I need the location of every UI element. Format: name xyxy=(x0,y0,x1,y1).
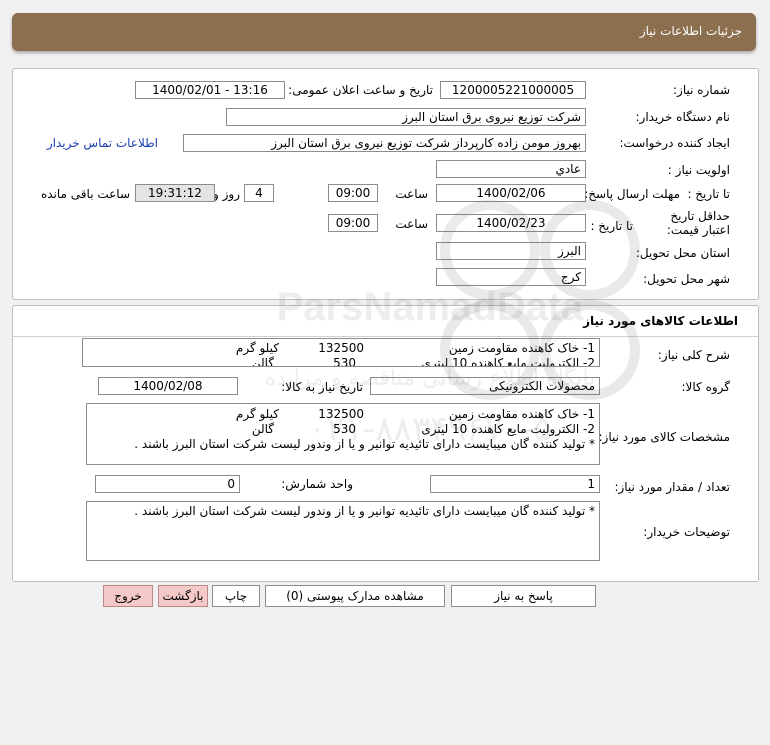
goods-group-field: محصولات الکترونیکی xyxy=(370,377,600,395)
page-header: جزئیات اطلاعات نیاز xyxy=(12,13,756,51)
deadline-time-field: 09:00 xyxy=(328,184,378,202)
attachments-button[interactable]: مشاهده مدارک پیوستی (0) xyxy=(265,585,445,607)
count-label: تعداد / مقدار مورد نیاز: xyxy=(614,480,730,494)
time-remaining-label: ساعت باقی مانده xyxy=(40,187,130,201)
specs-line-unit: گالن xyxy=(251,422,274,436)
buyer-org-label: نام دستگاه خریدار: xyxy=(635,110,731,124)
goods-section-title: اطلاعات کالاهای مورد نیاز xyxy=(583,314,738,328)
day-and-label: روز و xyxy=(213,187,240,201)
creator-label: ایجاد کننده درخواست: xyxy=(619,136,730,150)
announce-label: تاریخ و ساعت اعلان عمومی: xyxy=(288,83,433,97)
buyer-contact-link[interactable]: اطلاعات تماس خریدار xyxy=(47,136,158,150)
print-button[interactable]: چاپ xyxy=(212,585,260,607)
summary-line-qty: 530 xyxy=(333,356,356,367)
specs-label: مشخصات کالای مورد نیاز: xyxy=(598,430,730,444)
city-label: شهر محل تحویل: xyxy=(643,272,730,286)
buyer-notes-label: توضیحات خریدار: xyxy=(643,525,730,539)
summary-line-name: 2- الکترولیت مایع کاهنده 10 لیتری xyxy=(421,356,595,367)
summary-line-unit: کیلو گرم xyxy=(235,341,279,355)
city-field: کرج xyxy=(436,268,586,286)
time-remaining-field: 19:31:12 xyxy=(135,184,215,202)
buyer-notes-field: * تولید کننده گان میبایست دارای تائیدیه … xyxy=(86,501,600,561)
page-title: جزئیات اطلاعات نیاز xyxy=(639,24,742,38)
specs-note: * تولید کننده گان میبایست دارای تائیدیه … xyxy=(87,436,599,451)
exit-button[interactable]: خروج xyxy=(103,585,153,607)
announce-field: 1400/02/01 - 13:16 xyxy=(135,81,285,99)
buyer-org-field: شرکت توزیع نیروی برق استان البرز xyxy=(226,108,586,126)
priority-label: اولویت نیاز : xyxy=(667,163,730,177)
summary-field: 1- خاک کاهنده مقاومت زمین 132500 کیلو گر… xyxy=(82,338,600,367)
need-date-field: 1400/02/08 xyxy=(98,377,238,395)
need-number-field: 1200005221000005 xyxy=(440,81,586,99)
creator-field: بهروز مومن زاده کارپرداز شرکت توزیع نیرو… xyxy=(183,134,586,152)
request-info-panel: شماره نیاز: 1200005221000005 تاریخ و ساع… xyxy=(12,68,759,300)
specs-line-qty: 530 xyxy=(333,422,356,436)
summary-label: شرح کلی نیاز: xyxy=(657,348,730,362)
need-date-label: تاریخ نیاز به کالا: xyxy=(281,380,363,394)
province-field: البرز xyxy=(436,242,586,260)
specs-line: 1- خاک کاهنده مقاومت زمین 132500 کیلو گر… xyxy=(87,406,599,421)
deadline-to-date-label: تا تاریخ : xyxy=(687,187,730,201)
specs-note-text: * تولید کننده گان میبایست دارای تائیدیه … xyxy=(134,437,595,451)
deadline-label: مهلت ارسال پاسخ: xyxy=(584,187,680,201)
deadline-time-label: ساعت xyxy=(395,187,428,201)
need-number-label: شماره نیاز: xyxy=(673,83,730,97)
unit-field: 0 xyxy=(95,475,240,493)
province-label: استان محل تحویل: xyxy=(635,246,730,260)
specs-line-unit: کیلو گرم xyxy=(235,407,279,421)
priority-field: عادي xyxy=(436,160,586,178)
price-time-label: ساعت xyxy=(395,217,428,231)
price-validity-label: حداقل تاریخ اعتبار قیمت: xyxy=(666,209,730,237)
price-to-date-label: تا تاریخ : xyxy=(590,219,633,233)
count-field: 1 xyxy=(430,475,600,493)
specs-line-qty: 132500 xyxy=(318,407,364,421)
reply-button[interactable]: پاسخ به نیاز xyxy=(451,585,596,607)
specs-line-name: 2- الکترولیت مایع کاهنده 10 لیتری xyxy=(421,422,595,436)
days-remaining-field: 4 xyxy=(244,184,274,202)
summary-line-qty: 132500 xyxy=(318,341,364,355)
goods-group-label: گروه کالا: xyxy=(681,380,731,394)
specs-field: 1- خاک کاهنده مقاومت زمین 132500 کیلو گر… xyxy=(86,403,600,465)
summary-line-unit: گالن xyxy=(251,356,274,367)
price-date-field: 1400/02/23 xyxy=(436,214,586,232)
specs-line: 2- الکترولیت مایع کاهنده 10 لیتری 530 گا… xyxy=(87,421,599,436)
specs-line-name: 1- خاک کاهنده مقاومت زمین xyxy=(448,407,595,421)
summary-line: 2- الکترولیت مایع کاهنده 10 لیتری 530 گا… xyxy=(83,355,599,367)
summary-line: 1- خاک کاهنده مقاومت زمین 132500 کیلو گر… xyxy=(83,340,599,355)
goods-panel: اطلاعات کالاهای مورد نیاز شرح کلی نیاز: … xyxy=(12,305,759,582)
summary-line-name: 1- خاک کاهنده مقاومت زمین xyxy=(448,341,595,355)
deadline-date-field: 1400/02/06 xyxy=(436,184,586,202)
unit-label: واحد شمارش: xyxy=(281,477,353,491)
back-button[interactable]: بازگشت xyxy=(158,585,208,607)
price-time-field: 09:00 xyxy=(328,214,378,232)
section-divider xyxy=(13,336,758,337)
